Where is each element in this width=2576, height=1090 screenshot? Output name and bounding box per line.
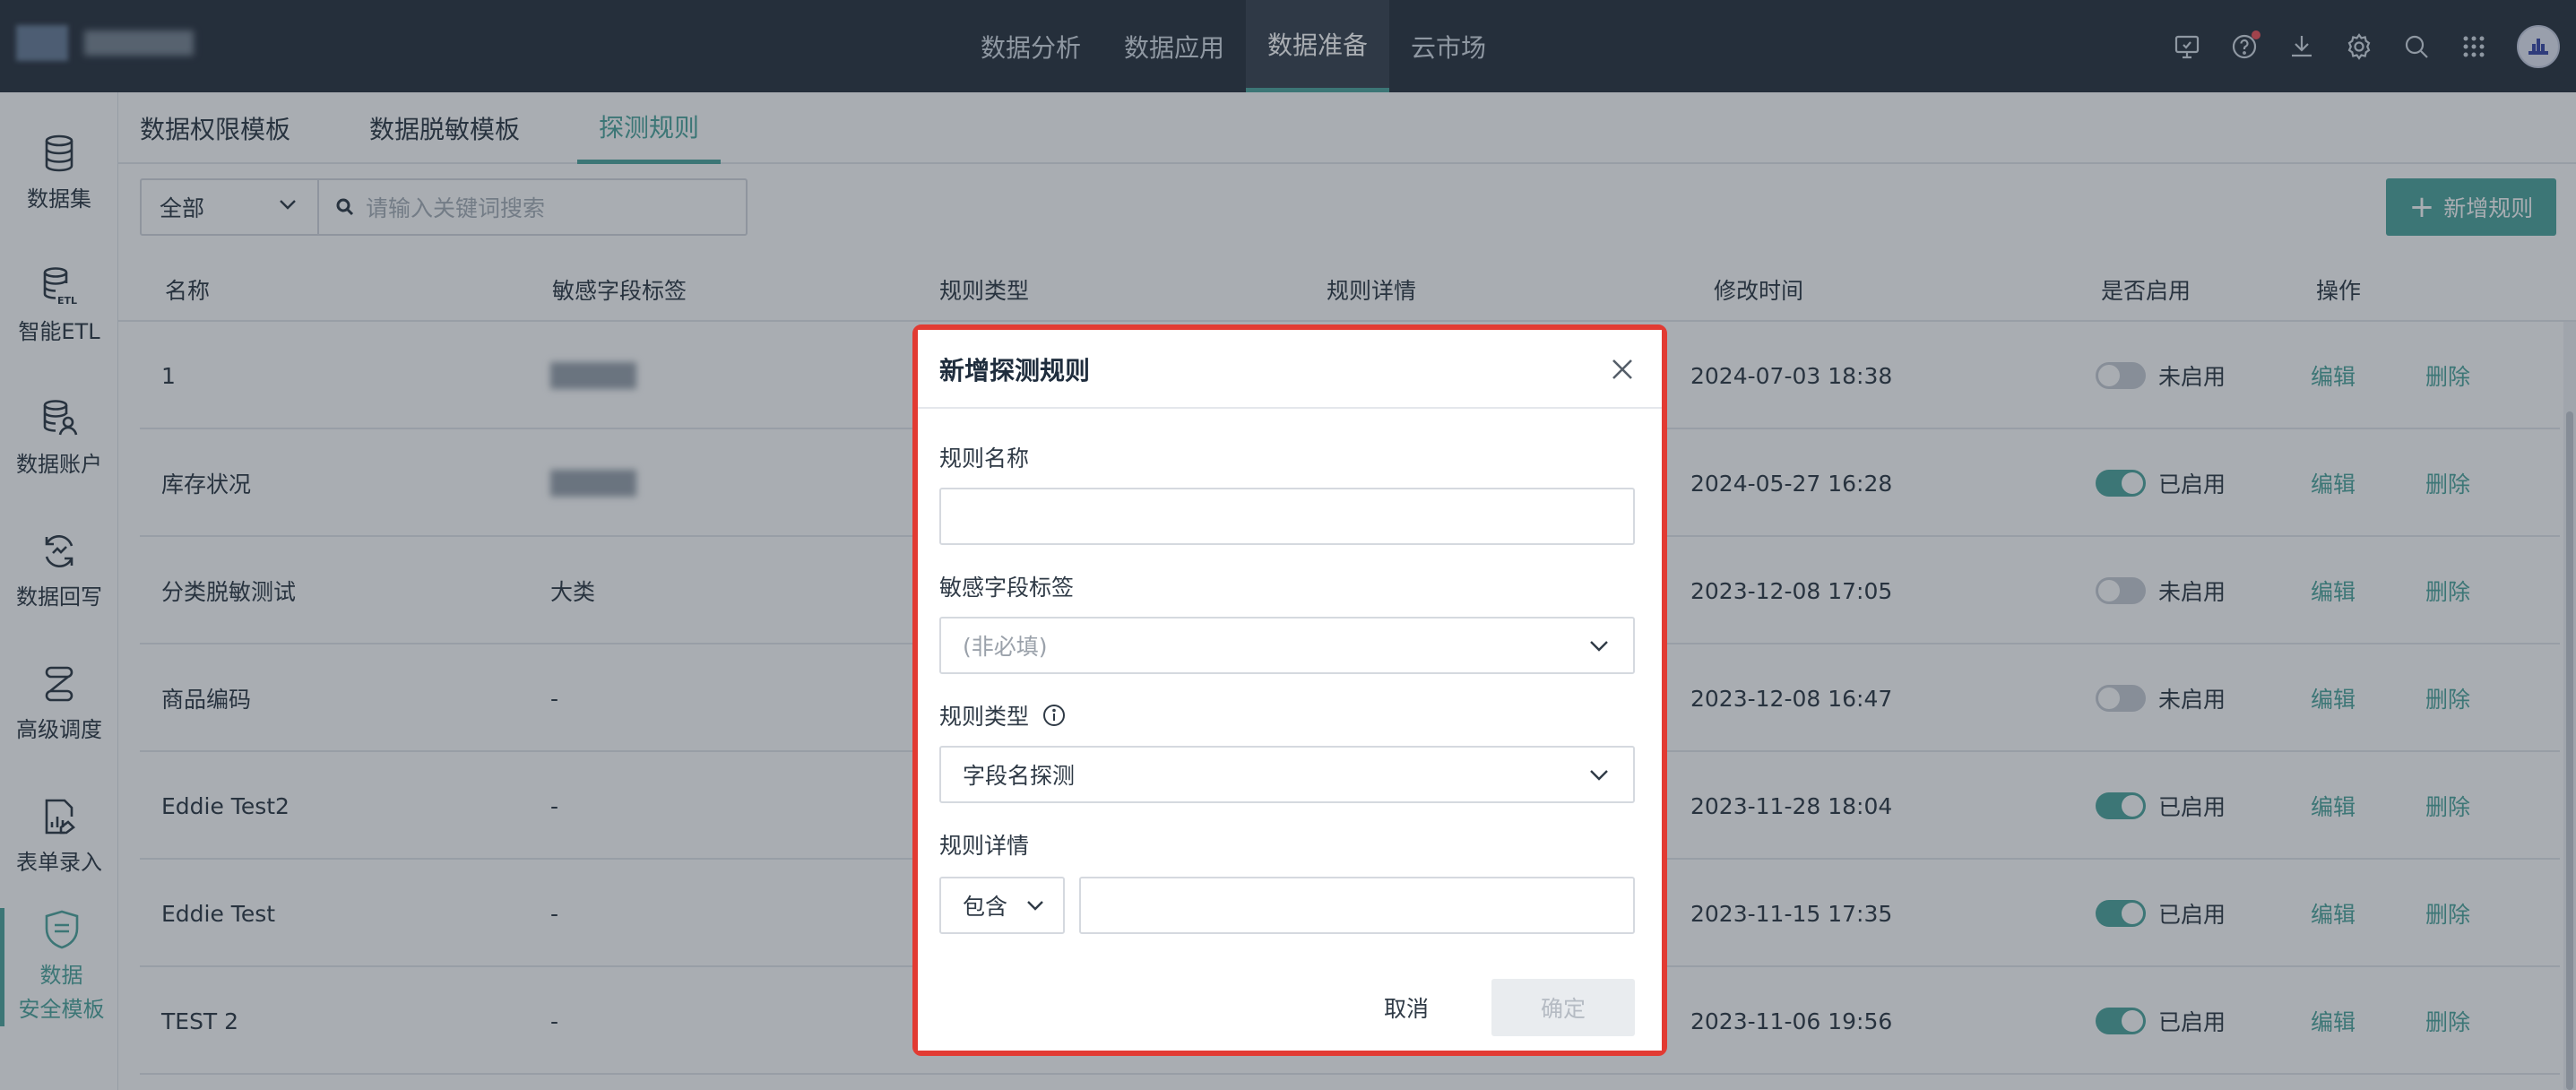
sensitive-tag-label: 敏感字段标签 <box>939 575 1075 601</box>
close-icon[interactable] <box>1603 350 1642 389</box>
dialog-header: 新增探测规则 <box>918 330 1662 409</box>
rule-name-input[interactable] <box>939 488 1635 545</box>
rule-name-label: 规则名称 <box>939 446 1030 471</box>
sensitive-tag-select[interactable]: (非必填) <box>939 617 1635 674</box>
chevron-down-icon <box>1590 641 1608 652</box>
match-operator-select[interactable]: 包含 <box>939 877 1065 934</box>
rule-type-value: 字段名探测 <box>963 763 1076 789</box>
chevron-down-icon <box>1590 770 1608 781</box>
rule-type-select[interactable]: 字段名探测 <box>939 746 1635 803</box>
info-icon[interactable] <box>1042 703 1067 728</box>
confirm-button[interactable]: 确定 <box>1491 979 1635 1036</box>
dialog-title: 新增探测规则 <box>939 356 1091 385</box>
new-detection-rule-dialog: 新增探测规则 规则名称 敏感字段标签 (非必填) 规则类型 字段名探测 规则详情… <box>918 330 1662 1051</box>
rule-detail-label: 规则详情 <box>939 833 1030 859</box>
rule-type-label: 规则类型 <box>939 704 1030 730</box>
match-operator-value: 包含 <box>963 894 1008 920</box>
rule-type-label-row: 规则类型 <box>939 699 1067 731</box>
rule-detail-input[interactable] <box>1079 877 1635 934</box>
chevron-down-icon <box>1027 901 1043 911</box>
cancel-button[interactable]: 取消 <box>1348 979 1465 1036</box>
sensitive-tag-placeholder: (非必填) <box>963 634 1048 660</box>
